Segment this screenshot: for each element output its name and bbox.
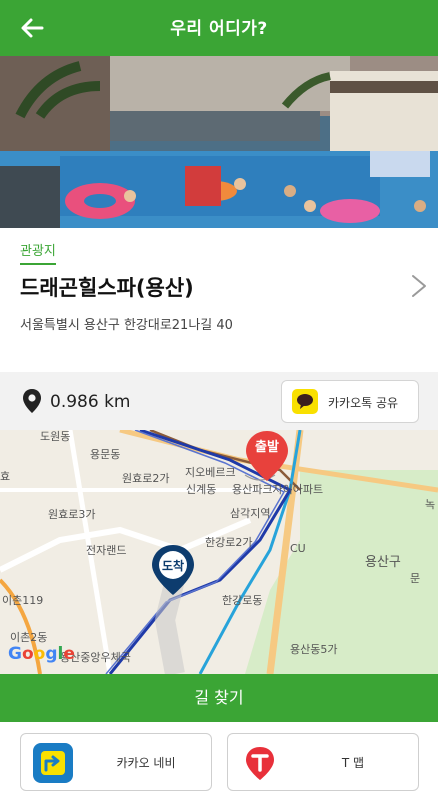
location-pin-icon [23, 389, 41, 413]
kakao-navi-icon [33, 743, 73, 783]
map-label-hangangro: 한강로동 [222, 594, 263, 607]
kakaotalk-icon [292, 389, 318, 414]
start-marker[interactable]: 출발 [244, 430, 290, 482]
map-label-yongsan-gu: 용산구 [365, 555, 401, 570]
map-label-ichon2: 이촌2동 [10, 631, 48, 644]
place-address: 서울특별시 용산구 한강대로21나길 40 [20, 318, 233, 333]
tmap-label: T 맵 [341, 756, 365, 770]
tmap-button[interactable]: T 맵 [227, 733, 419, 791]
find-route-button[interactable]: 길 찾기 [0, 674, 438, 722]
kakaotalk-share-button[interactable]: 카카오톡 공유 [281, 380, 419, 423]
map-label-electroland: 전자랜드 [86, 544, 127, 557]
kakao-navi-button[interactable]: 카카오 네비 [20, 733, 212, 791]
google-logo: Google [8, 644, 75, 664]
place-photo [0, 56, 438, 228]
nav-apps: 카카오 네비 T 맵 [0, 722, 438, 800]
map-label-samgakji: 삼각지역 [230, 507, 271, 520]
map-label-geoberg: 지오베르크 [185, 466, 236, 479]
category-tag: 관광지 [20, 240, 56, 265]
end-marker[interactable]: 도착 [150, 544, 196, 604]
map-label-wonhyoro3: 원효로3가 [48, 508, 96, 521]
map-label-dowon: 도원동 [40, 430, 71, 443]
map-label-yongmun: 용문동 [90, 448, 121, 461]
place-info: 관광지 드래곤힐스파(용산) 서울특별시 용산구 한강대로21나길 40 [0, 228, 438, 372]
kakao-navi-label: 카카오 네비 [116, 756, 176, 770]
map-label-nok: 녹 [425, 498, 436, 511]
distance-row: 0.986 km 카카오톡 공유 [0, 372, 438, 430]
map-label-hangangro2: 한강로2가 [205, 536, 253, 549]
chevron-right-icon[interactable] [410, 273, 428, 299]
place-name[interactable]: 드래곤힐스파(용산) [20, 272, 194, 302]
map-label-cu: CU [290, 542, 306, 555]
kakaotalk-share-label: 카카오톡 공유 [328, 396, 399, 410]
page-title: 우리 어디가? [170, 19, 268, 39]
tmap-icon [240, 743, 280, 783]
route-map[interactable]: 도원동 용문동 원효로2가 원효로3가 지오베르크 신계동 용산파크자이아파트 … [0, 430, 438, 674]
map-label-yongsandong5: 용산동5가 [290, 643, 338, 656]
map-label-singye: 신계동 [186, 483, 217, 496]
app-header: 우리 어디가? [0, 0, 438, 56]
distance-value: 0.986 km [50, 392, 131, 412]
map-label-wonhyoro2: 원효로2가 [122, 472, 170, 485]
map-label-mun: 문 [410, 572, 421, 585]
start-marker-label: 출발 [255, 440, 279, 455]
map-label-ichon119: 이촌119 [2, 594, 44, 607]
map-label-park-xi: 용산파크자이아파트 [232, 483, 324, 496]
end-marker-label: 도착 [161, 559, 185, 573]
map-label-hyo: 효 [0, 470, 11, 483]
